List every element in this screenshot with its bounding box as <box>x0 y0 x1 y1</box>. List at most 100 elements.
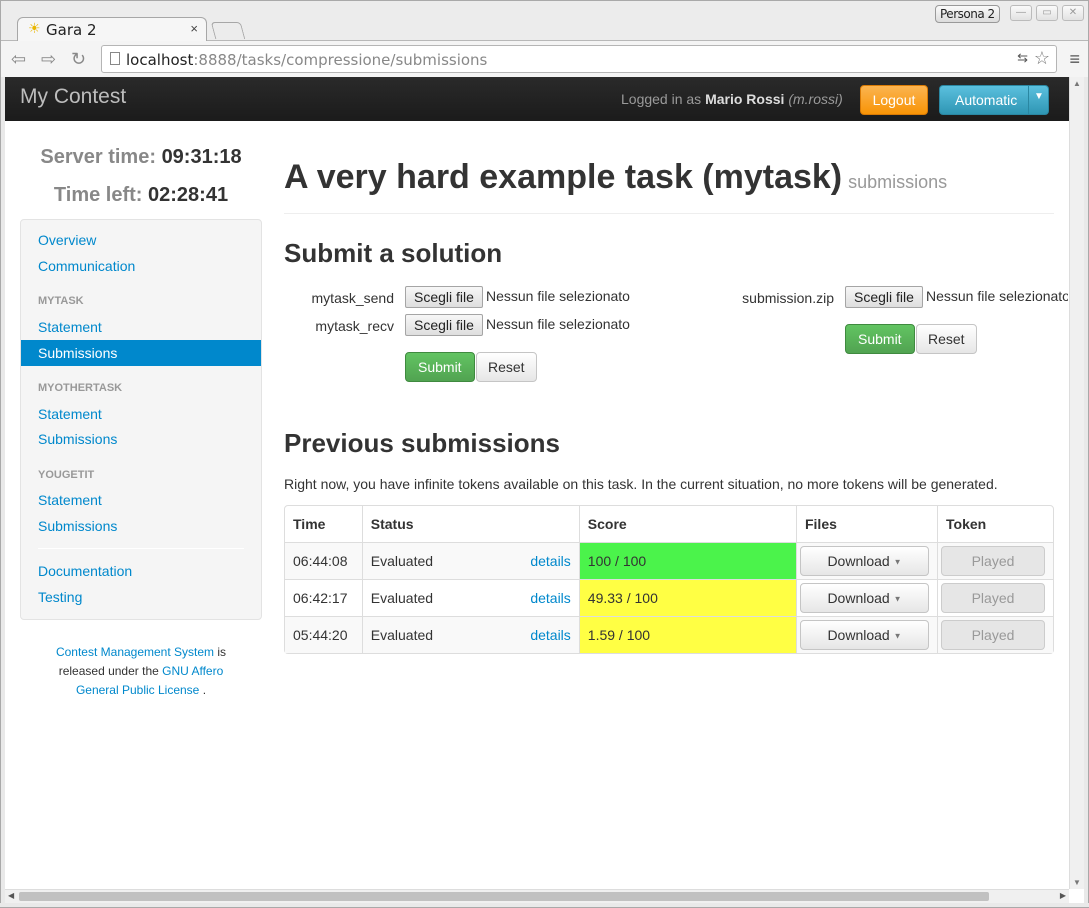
details-link[interactable]: details <box>530 627 570 643</box>
nav-communication[interactable]: Communication <box>21 253 261 279</box>
window-frame-left <box>0 77 5 908</box>
files-cell: Download ▼ <box>795 542 937 579</box>
score-cell: 49.33 / 100 <box>578 579 796 616</box>
language-dropdown[interactable]: Automatic ▼ <box>939 85 1049 115</box>
scroll-down-icon[interactable]: ▼ <box>1073 878 1081 887</box>
nav-documentation[interactable]: Documentation <box>21 558 261 584</box>
page-title: A very hard example task (mytask) submiss… <box>284 158 948 196</box>
token-cell: Played <box>937 579 1053 616</box>
scroll-left-icon[interactable]: ◀ <box>8 891 14 900</box>
details-link[interactable]: details <box>530 590 570 606</box>
col-score: Score <box>578 506 796 542</box>
score-cell: 1.59 / 100 <box>578 616 796 653</box>
user-login: (m.rossi) <box>788 91 843 107</box>
close-window-icon[interactable]: ✕ <box>1062 5 1084 21</box>
translate-icon[interactable]: ⇆ <box>1017 50 1028 66</box>
vertical-scrollbar[interactable]: ▲ ▼ <box>1069 77 1084 889</box>
played-button: Played <box>941 546 1045 576</box>
submit-zip-button[interactable]: Submit <box>845 324 915 354</box>
profile-badge[interactable]: Persona 2 <box>935 5 1000 23</box>
played-button: Played <box>941 620 1045 650</box>
caret-down-icon: ▼ <box>893 594 902 604</box>
nav-yougetit-statement[interactable]: Statement <box>21 487 261 513</box>
status-cell: Evaluated details <box>361 616 579 653</box>
bookmark-star-icon[interactable]: ☆ <box>1034 48 1050 69</box>
choose-file-button-recv[interactable]: Scegli file <box>405 314 483 336</box>
details-link[interactable]: details <box>530 553 570 569</box>
time-left: Time left: 02:28:41 <box>53 184 229 206</box>
table-row: 05:44:20 Evaluated details 1.59 / 100 Dow… <box>285 616 1053 653</box>
browser-tab[interactable]: ☀ Gara 2 × <box>17 17 207 42</box>
nav-yougetit-submissions[interactable]: Submissions <box>21 513 261 539</box>
scroll-thumb[interactable] <box>19 892 989 901</box>
nav-myothertask-statement[interactable]: Statement <box>21 401 261 427</box>
address-bar[interactable]: localhost:8888/tasks/compressione/submis… <box>101 45 1057 73</box>
scroll-up-icon[interactable]: ▲ <box>1073 79 1081 88</box>
nav-mytask-submissions[interactable]: Submissions <box>21 340 261 366</box>
col-status: Status <box>361 506 579 542</box>
submit-heading: Submit a solution <box>284 238 503 268</box>
submit-button[interactable]: Submit <box>405 352 475 382</box>
col-time: Time <box>293 516 326 532</box>
no-file-text-recv: Nessun file selezionato <box>486 316 630 332</box>
table-header-row: Time Status Score Files Token <box>285 506 1053 542</box>
nav-testing[interactable]: Testing <box>21 584 261 610</box>
server-time: Server time: 09:31:18 <box>40 146 242 168</box>
caret-down-icon: ▼ <box>893 557 902 567</box>
horizontal-scrollbar[interactable]: ◀ ▶ <box>5 889 1069 903</box>
submissions-table: Time Status Score Files Token 06:44:08 E… <box>284 505 1054 654</box>
table-row: 06:42:17 Evaluated details 49.33 / 100 Do… <box>285 579 1053 616</box>
browser-menu-icon[interactable]: ≡ <box>1069 49 1080 70</box>
nav-overview[interactable]: Overview <box>21 227 261 253</box>
logout-button[interactable]: Logout <box>860 85 928 115</box>
no-file-text-send: Nessun file selezionato <box>486 288 630 304</box>
logged-in-text: Logged in as Mario Rossi (m.rossi) <box>621 91 843 107</box>
scroll-right-icon[interactable]: ▶ <box>1060 891 1066 900</box>
col-token: Token <box>937 506 1053 542</box>
window-frame-right <box>1084 77 1089 908</box>
url-text: localhost:8888/tasks/compressione/submis… <box>126 51 488 69</box>
language-label: Automatic <box>955 92 1018 108</box>
cms-link[interactable]: Contest Management System <box>56 645 214 659</box>
reload-icon[interactable]: ↻ <box>71 49 86 70</box>
browser-chrome: ☀ Gara 2 × Persona 2 — ▭ ✕ ⇦ ⇨ ↻ localho… <box>0 0 1089 78</box>
site-navbar: My Contest Logged in as Mario Rossi (m.r… <box>5 77 1069 121</box>
maximize-icon[interactable]: ▭ <box>1036 5 1058 21</box>
user-name: Mario Rossi <box>705 91 785 107</box>
back-icon[interactable]: ⇦ <box>11 49 26 70</box>
previous-submissions-heading: Previous submissions <box>284 428 560 458</box>
title-divider <box>284 213 1054 214</box>
nav-mytask-statement[interactable]: Statement <box>21 314 261 340</box>
download-button[interactable]: Download ▼ <box>799 620 929 650</box>
nav-header-myothertask: MYOTHERTASK <box>38 382 123 394</box>
tab-title: Gara 2 <box>46 21 97 39</box>
nav-myothertask-submissions[interactable]: Submissions <box>21 426 261 452</box>
choose-file-button-send[interactable]: Scegli file <box>405 286 483 308</box>
col-files: Files <box>795 506 937 542</box>
license-footer: Contest Management System is released un… <box>55 645 227 697</box>
contest-brand[interactable]: My Contest <box>20 85 126 109</box>
download-button[interactable]: Download ▼ <box>799 546 929 576</box>
reset-button[interactable]: Reset <box>476 352 537 382</box>
caret-down-icon[interactable]: ▼ <box>1034 91 1044 102</box>
nav-header-yougetit: YOUGETIT <box>38 469 95 481</box>
no-file-text-zip: Nessun file selezionato <box>926 288 1068 304</box>
page-subtitle: submissions <box>848 172 948 192</box>
new-tab-button[interactable] <box>210 22 246 39</box>
time-cell: 06:44:08 <box>285 542 362 579</box>
status-cell: Evaluated details <box>361 579 579 616</box>
close-tab-icon[interactable]: × <box>190 21 198 36</box>
choose-file-button-zip[interactable]: Scegli file <box>845 286 923 308</box>
token-cell: Played <box>937 616 1053 653</box>
reset-zip-button[interactable]: Reset <box>916 324 977 354</box>
time-cell: 05:44:20 <box>285 616 362 653</box>
field-label-mytask-send: mytask_send <box>311 290 394 306</box>
window-frame-bottom <box>0 903 1089 908</box>
forward-icon[interactable]: ⇨ <box>41 49 56 70</box>
download-button[interactable]: Download ▼ <box>799 583 929 613</box>
nav-divider <box>38 548 244 549</box>
page-icon <box>110 52 120 65</box>
minimize-icon[interactable]: — <box>1010 5 1032 21</box>
table-row: 06:44:08 Evaluated details 100 / 100 Down… <box>285 542 1053 579</box>
browser-toolbar: ⇦ ⇨ ↻ localhost:8888/tasks/compressione/… <box>1 41 1088 78</box>
